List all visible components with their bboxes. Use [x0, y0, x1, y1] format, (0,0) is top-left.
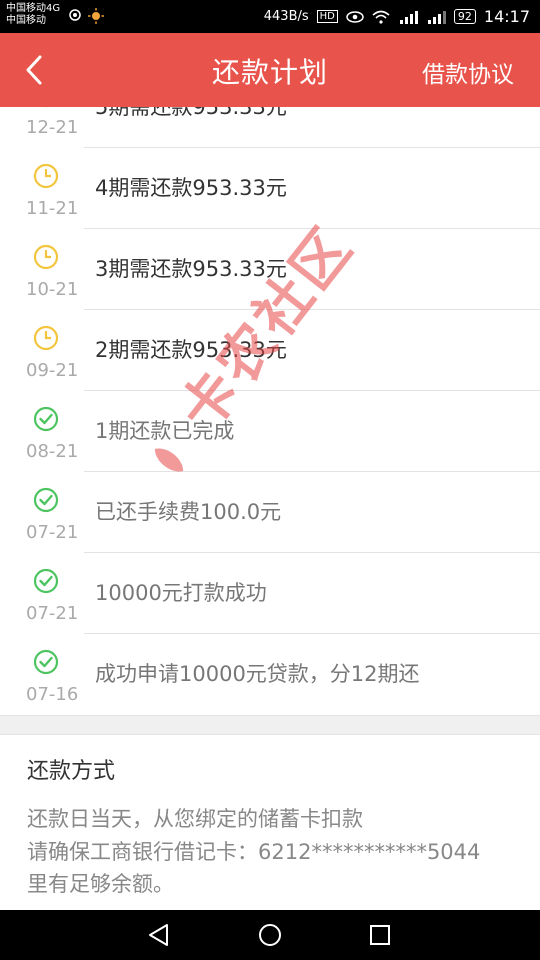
- eye-icon: [346, 10, 364, 23]
- clock-icon: [44, 107, 48, 108]
- nav-home-icon[interactable]: [257, 922, 283, 948]
- status-bar: 中国移动4G 中国移动 443B/s HD 92 14:17: [0, 0, 540, 33]
- clock-icon: [33, 244, 59, 270]
- list-item: 08-21 1期还款已完成: [0, 391, 540, 472]
- list-item: 07-21 10000元打款成功: [0, 553, 540, 634]
- carrier-info: 中国移动4G 中国移动: [6, 3, 60, 27]
- method-line-3: 里有足够余额。: [27, 872, 174, 896]
- list-item: 12-21 5期需还款953.33元: [0, 107, 540, 148]
- check-circle-icon: [33, 568, 59, 594]
- item-date: 07-16: [26, 684, 79, 705]
- list-item: 07-21 已还手续费100.0元: [0, 472, 540, 553]
- item-date: 07-21: [26, 522, 79, 543]
- repayment-timeline: 12-21 5期需还款953.33元 11-21 4期需还款953.33元 10…: [0, 107, 540, 715]
- sun-icon: [88, 8, 104, 24]
- item-date: 09-21: [26, 360, 79, 381]
- section-title: 还款方式: [27, 759, 116, 784]
- network-speed: 443B/s: [263, 9, 309, 24]
- item-text: 10000元打款成功: [95, 581, 267, 605]
- check-circle-icon: [33, 406, 59, 432]
- battery-indicator: 92: [453, 9, 476, 24]
- system-nav-bar: [0, 910, 540, 960]
- item-date: 07-21: [26, 603, 79, 624]
- item-date: 10-21: [26, 279, 79, 300]
- nav-recents-icon[interactable]: [367, 922, 393, 948]
- signal-icon-2: [427, 10, 446, 24]
- app-header: 还款计划 借款协议: [0, 33, 540, 107]
- clock-icon: [33, 325, 59, 351]
- clock: 14:17: [483, 7, 530, 26]
- item-text: 成功申请10000元贷款，分12期还: [95, 662, 420, 686]
- signal-icon: [399, 10, 418, 24]
- loan-agreement-link[interactable]: 借款协议: [422, 55, 514, 89]
- check-circle-icon: [33, 649, 59, 675]
- nav-back-icon[interactable]: [146, 922, 172, 948]
- carrier-primary: 中国移动4G: [6, 3, 61, 14]
- method-line-2: 请确保工商银行借记卡：6212***********5044: [27, 840, 481, 864]
- clock-icon: [33, 163, 59, 189]
- list-item: 07-16 成功申请10000元贷款，分12期还: [0, 634, 540, 715]
- check-circle-icon: [33, 487, 59, 513]
- item-date: 11-21: [26, 198, 79, 219]
- wifi-icon: [372, 10, 390, 24]
- item-date: 08-21: [26, 441, 79, 462]
- status-right: 443B/s HD 92 14:17: [264, 7, 530, 26]
- item-text: 4期需还款953.33元: [95, 176, 287, 200]
- repayment-method-section: 还款方式 还款日当天，从您绑定的储蓄卡扣款 请确保工商银行借记卡：6212***…: [0, 735, 540, 910]
- method-line-1: 还款日当天，从您绑定的储蓄卡扣款: [27, 807, 363, 831]
- hd-icon: HD: [316, 10, 338, 23]
- status-left-icons: [68, 8, 104, 24]
- item-date: 12-21: [26, 117, 79, 138]
- item-text: 5期需还款953.33元: [95, 107, 287, 119]
- list-item: 11-21 4期需还款953.33元: [0, 148, 540, 229]
- section-gap: [0, 715, 540, 735]
- carrier-secondary: 中国移动: [6, 15, 46, 26]
- location-icon: [69, 9, 81, 21]
- item-text: 已还手续费100.0元: [95, 500, 282, 524]
